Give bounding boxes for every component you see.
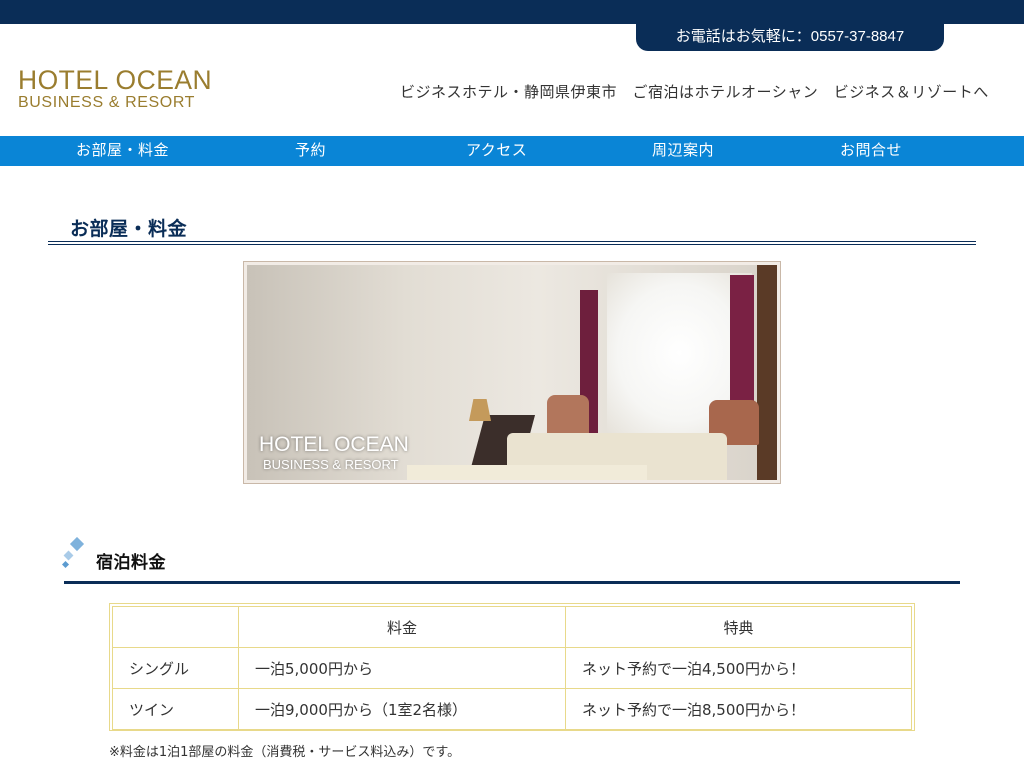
photo-caption-sub: BUSINESS & RESORT xyxy=(263,457,399,472)
header-tagline: ビジネスホテル・静岡県伊東市 ご宿泊はホテルオーシャン ビジネス＆リゾートへ xyxy=(400,83,989,101)
armchair-left xyxy=(547,395,589,435)
top-bar xyxy=(0,0,1024,24)
table-header-cell: 料金 xyxy=(238,606,566,648)
table-header-cell: 特典 xyxy=(565,606,912,648)
photo-caption-main: HOTEL OCEAN xyxy=(259,433,409,456)
price-cell: 一泊9,000円から（1室2名様） xyxy=(238,688,566,730)
section-title-accommodation-rates: 宿泊料金 xyxy=(96,553,166,573)
section-divider xyxy=(64,581,960,584)
nav-item-reservation[interactable]: 予約 xyxy=(295,136,326,166)
bed-front xyxy=(407,465,647,480)
hotel-room-photo: HOTEL OCEAN BUSINESS & RESORT xyxy=(243,261,781,484)
table-header-cell xyxy=(112,606,239,648)
lamp-icon xyxy=(469,399,491,421)
price-cell: 一泊5,000円から xyxy=(238,647,566,689)
benefit-cell: ネット予約で一泊8,500円から！ xyxy=(565,688,912,730)
table-header-row: 料金 特典 xyxy=(112,606,912,648)
hotel-logo[interactable]: HOTEL OCEAN BUSINESS & RESORT xyxy=(18,66,216,112)
price-table: 料金 特典 シングル 一泊5,000円から ネット予約で一泊4,500円から！ … xyxy=(112,606,912,730)
logo-sub-text: BUSINESS & RESORT xyxy=(18,94,196,111)
table-row: ツイン 一泊9,000円から（1室2名様） ネット予約で一泊8,500円から！ xyxy=(112,688,912,730)
title-divider-lower xyxy=(48,244,976,245)
photo-caption: HOTEL OCEAN BUSINESS & RESORT xyxy=(259,433,409,473)
phone-number-tab[interactable]: お電話はお気軽に：0557-37-8847 xyxy=(636,24,944,51)
nav-item-rooms-prices[interactable]: お部屋・料金 xyxy=(76,136,169,166)
price-table-container: 料金 特典 シングル 一泊5,000円から ネット予約で一泊4,500円から！ … xyxy=(109,603,915,731)
price-note: ※料金は1泊1部屋の料金（消費税・サービス料込み）です。 xyxy=(109,745,461,760)
diamond-squares-icon xyxy=(62,537,85,569)
wall-frame xyxy=(757,265,777,480)
room-type-cell: シングル xyxy=(112,647,239,689)
benefit-cell: ネット予約で一泊4,500円から！ xyxy=(565,647,912,689)
nav-item-access[interactable]: アクセス xyxy=(466,136,527,166)
nav-item-area-guide[interactable]: 周辺案内 xyxy=(652,136,714,166)
page-title: お部屋・料金 xyxy=(70,218,188,240)
main-navigation: お部屋・料金 予約 アクセス 周辺案内 お問合せ xyxy=(0,136,1024,166)
logo-main-text: HOTEL OCEAN xyxy=(18,65,213,95)
table-row: シングル 一泊5,000円から ネット予約で一泊4,500円から！ xyxy=(112,647,912,689)
title-divider xyxy=(48,241,976,242)
nav-item-contact[interactable]: お問合せ xyxy=(840,136,902,166)
room-type-cell: ツイン xyxy=(112,688,239,730)
